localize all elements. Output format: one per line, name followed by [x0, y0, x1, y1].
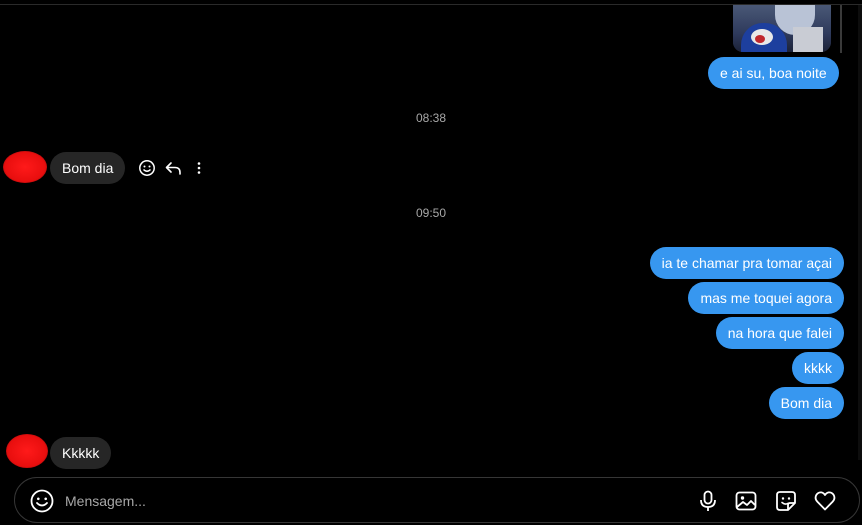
sent-message-bubble[interactable]: kkkk: [792, 352, 844, 384]
message-timestamp: 09:50: [415, 206, 447, 220]
sticker-icon[interactable]: [774, 489, 798, 513]
message-timestamp: 08:38: [415, 111, 447, 125]
heart-icon[interactable]: [813, 489, 837, 513]
sent-message-bubble[interactable]: ia te chamar pra tomar açai: [649, 247, 844, 279]
emoji-icon[interactable]: [29, 488, 55, 514]
photo-detail: [793, 27, 823, 52]
sent-message-bubble[interactable]: mas me toquei agora: [688, 282, 844, 314]
message-composer: [14, 477, 860, 523]
sent-message-bubble[interactable]: e ai su, boa noite: [708, 57, 839, 89]
emoji-react-icon[interactable]: [138, 159, 156, 177]
shared-photo[interactable]: [733, 5, 831, 52]
contact-avatar[interactable]: [6, 434, 48, 468]
more-options-icon[interactable]: [190, 159, 208, 177]
sent-message-bubble[interactable]: Bom dia: [768, 387, 844, 419]
message-actions: [138, 158, 208, 178]
sent-message-bubble[interactable]: na hora que falei: [715, 317, 844, 349]
image-icon[interactable]: [734, 489, 758, 513]
photo-detail: [755, 35, 765, 43]
reply-icon[interactable]: [164, 159, 182, 177]
message-input[interactable]: [65, 490, 665, 512]
contact-avatar[interactable]: [3, 151, 47, 183]
received-message-bubble[interactable]: Kkkkk: [50, 437, 112, 469]
scrollbar-track[interactable]: [858, 5, 862, 460]
scroll-indicator: [840, 5, 842, 53]
microphone-icon[interactable]: [696, 489, 720, 513]
received-message-bubble[interactable]: Bom dia: [50, 152, 126, 184]
